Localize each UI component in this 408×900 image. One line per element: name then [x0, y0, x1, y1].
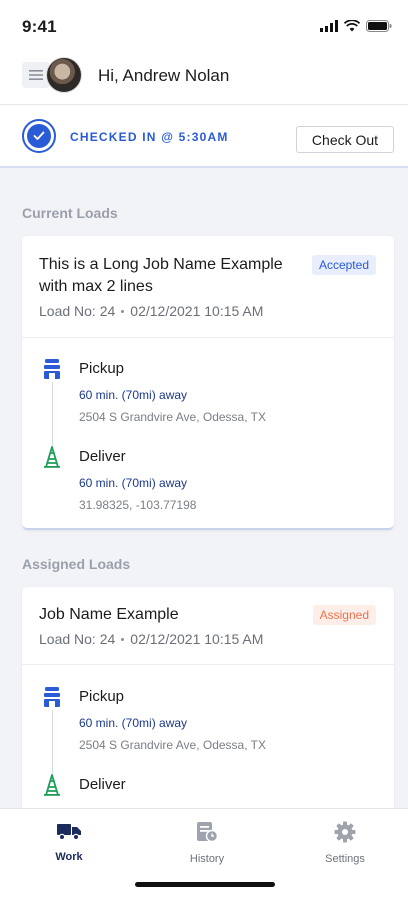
pickup-title: Pickup — [79, 360, 125, 377]
pickup-title: Pickup — [79, 688, 125, 705]
assigned-loads-heading: Assigned Loads — [22, 556, 131, 572]
load-number: Load No: 24 — [39, 303, 116, 319]
route-connector — [52, 710, 53, 774]
signal-icon — [320, 20, 338, 32]
current-loads-heading: Current Loads — [22, 205, 118, 221]
separator-dot — [121, 309, 125, 313]
load-datetime: 02/12/2021 10:15 AM — [130, 303, 264, 319]
status-time: 9:41 — [22, 17, 57, 36]
separator-dot — [121, 637, 125, 641]
deliver-oil-rig-icon — [44, 446, 60, 468]
status-badge: Assigned — [312, 605, 376, 625]
load-datetime: 02/12/2021 10:15 AM — [130, 631, 264, 647]
battery-icon — [366, 20, 392, 32]
tab-history-label: History — [189, 853, 225, 865]
load-number: Load No: 24 — [39, 631, 116, 647]
truck-icon — [57, 824, 81, 841]
greeting-text: Hi, Andrew Nolan — [98, 66, 230, 85]
deliver-oil-rig-icon — [44, 774, 60, 796]
tab-work-label: Work — [55, 851, 83, 863]
deliver-title: Deliver — [79, 776, 126, 793]
job-name: Job Name Example — [39, 606, 179, 623]
pickup-eta: 60 min. (70mi) away — [79, 388, 188, 402]
checkin-status: CHECKED IN @ 5:30AM — [70, 130, 229, 144]
tab-work[interactable]: Work — [24, 821, 114, 863]
load-info: Load No: 24 02/12/2021 10:15 AM — [39, 303, 263, 319]
assigned-load-card[interactable]: Job Name Example Assigned Load No: 24 02… — [22, 587, 394, 827]
pickup-building-icon — [44, 359, 60, 379]
app-header: Hi, Andrew Nolan — [0, 52, 408, 104]
checkin-bar: CHECKED IN @ 5:30AM Check Out — [0, 104, 408, 168]
pickup-address: 2504 S Grandvire Ave, Odessa, TX — [79, 738, 266, 752]
tab-settings-label: Settings — [325, 853, 365, 865]
tab-history[interactable]: History — [162, 821, 252, 865]
load-info: Load No: 24 02/12/2021 10:15 AM — [39, 631, 263, 647]
tab-settings[interactable]: Settings — [300, 821, 390, 865]
pickup-building-icon — [44, 687, 60, 707]
checked-in-icon — [22, 119, 56, 153]
load-card-header: This is a Long Job Name Example with max… — [22, 236, 394, 338]
deliver-title: Deliver — [79, 448, 126, 465]
system-icons — [320, 20, 392, 32]
load-card-header: Job Name Example Assigned Load No: 24 02… — [22, 587, 394, 665]
gear-icon — [334, 821, 356, 843]
document-clock-icon — [197, 822, 219, 843]
home-indicator[interactable] — [135, 882, 275, 887]
pickup-address: 2504 S Grandvire Ave, Odessa, TX — [79, 410, 266, 424]
hamburger-icon — [29, 70, 43, 80]
check-out-button[interactable]: Check Out — [296, 126, 394, 153]
status-bar: 9:41 — [0, 0, 408, 52]
wifi-icon — [344, 20, 360, 32]
job-name: This is a Long Job Name Example with max… — [39, 256, 283, 295]
deliver-eta: 60 min. (70mi) away — [79, 476, 188, 490]
current-load-card[interactable]: This is a Long Job Name Example with max… — [22, 236, 394, 530]
status-badge: Accepted — [311, 255, 376, 275]
route-connector — [52, 382, 53, 446]
deliver-coordinates: 31.98325, -103.77198 — [79, 498, 197, 512]
pickup-eta: 60 min. (70mi) away — [79, 716, 188, 730]
user-avatar[interactable] — [46, 57, 82, 93]
